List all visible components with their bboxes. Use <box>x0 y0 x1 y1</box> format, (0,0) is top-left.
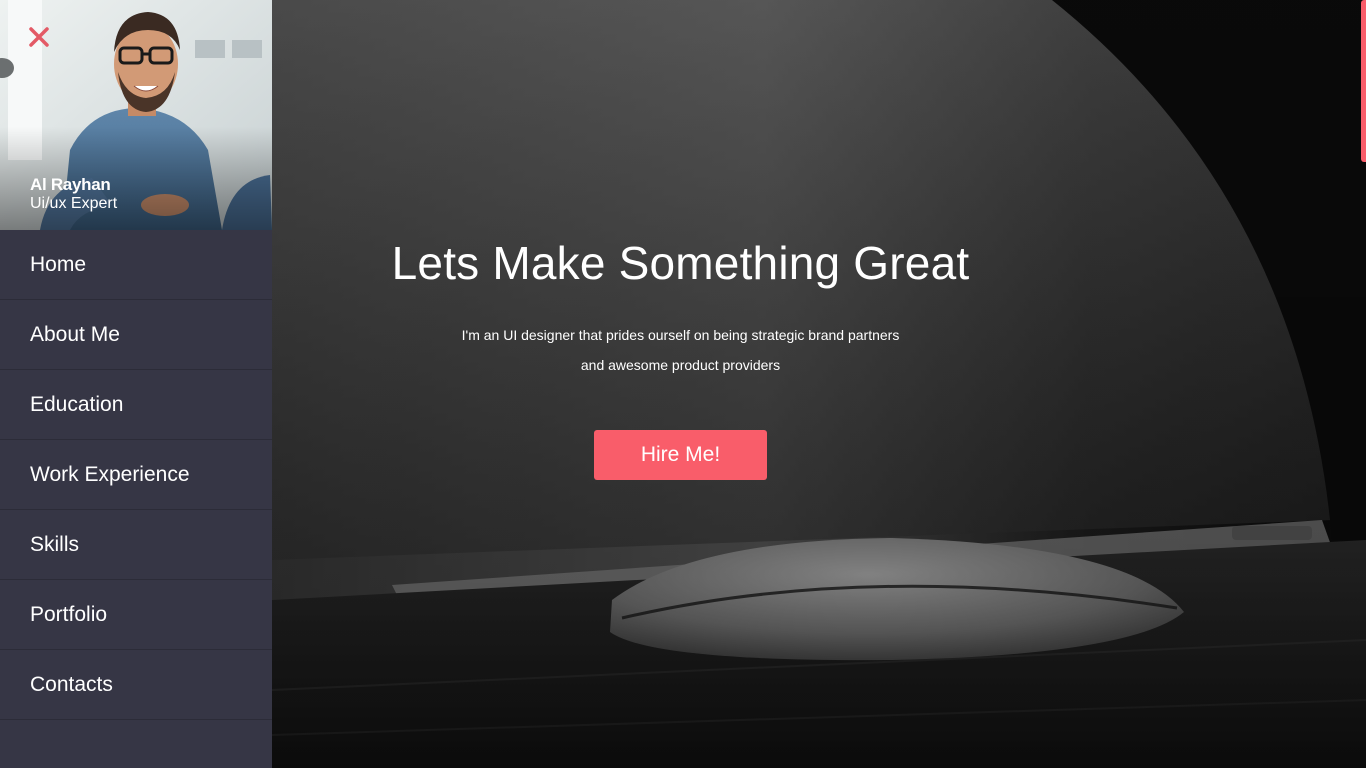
nav-item-education[interactable]: Education <box>0 370 272 440</box>
profile-role: Ui/ux Expert <box>30 195 118 212</box>
nav-item-contacts[interactable]: Contacts <box>0 650 272 720</box>
sidebar: Al Rayhan Ui/ux Expert Home About Me Edu… <box>0 0 272 768</box>
profile-name: Al Rayhan <box>30 175 111 194</box>
page: Al Rayhan Ui/ux Expert Home About Me Edu… <box>0 0 1366 768</box>
hero-subtitle: I'm an UI designer that prides ourself o… <box>272 320 1089 380</box>
hero-subtitle-line-2: and awesome product providers <box>580 357 781 373</box>
hero-background-image <box>272 0 1366 768</box>
close-button[interactable] <box>26 24 52 50</box>
hero-title: Lets Make Something Great <box>391 237 970 289</box>
close-icon <box>29 27 49 47</box>
nav-item-portfolio[interactable]: Portfolio <box>0 580 272 650</box>
nav-item-home[interactable]: Home <box>0 230 272 300</box>
scroll-progress-indicator <box>1361 0 1366 162</box>
nav-item-about-me[interactable]: About Me <box>0 300 272 370</box>
hero-section: Lets Make Something Great I'm an UI desi… <box>272 0 1366 768</box>
nav-item-work-experience[interactable]: Work Experience <box>0 440 272 510</box>
sidebar-nav: Home About Me Education Work Experience … <box>0 230 272 720</box>
profile-card: Al Rayhan Ui/ux Expert <box>0 0 272 230</box>
hero-subtitle-line-1: I'm an UI designer that prides ourself o… <box>461 327 900 343</box>
nav-item-skills[interactable]: Skills <box>0 510 272 580</box>
hire-me-button[interactable]: Hire Me! <box>594 430 767 480</box>
